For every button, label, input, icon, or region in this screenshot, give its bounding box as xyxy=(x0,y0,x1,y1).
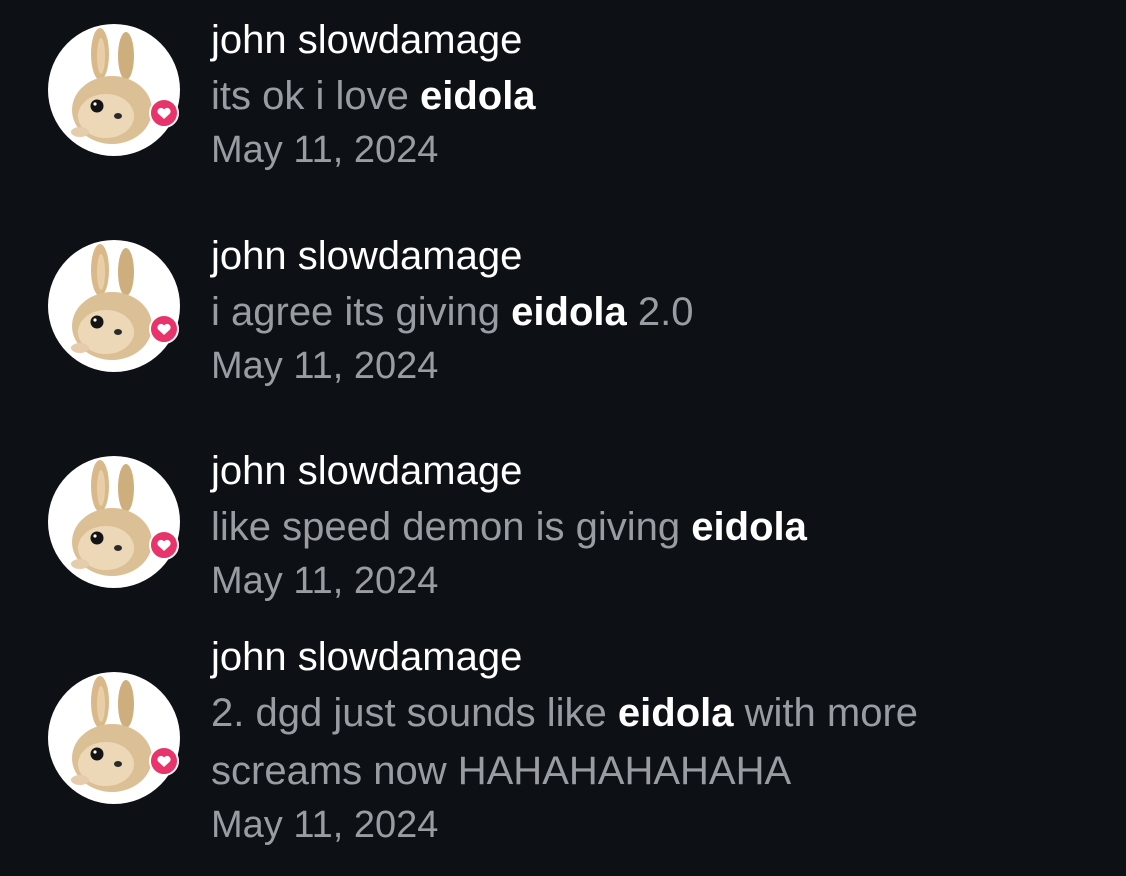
bunny-icon xyxy=(71,460,152,576)
author-name[interactable]: john slowdamage xyxy=(211,444,807,498)
timestamp: May 11, 2024 xyxy=(211,345,439,387)
avatar[interactable] xyxy=(48,456,180,588)
notification-item[interactable]: john slowdamage 2. dgd just sounds like … xyxy=(0,630,1126,876)
avatar[interactable] xyxy=(48,240,180,372)
mention-text-before: its ok i love xyxy=(211,74,420,118)
mention-text-after: with more xyxy=(733,691,919,735)
highlight-keyword: eidola xyxy=(511,290,627,334)
mention-text-line2: screams now HAHAHAHAHAHA xyxy=(211,749,792,793)
bunny-icon xyxy=(71,28,152,144)
highlight-keyword: eidola xyxy=(617,691,734,735)
timestamp: May 11, 2024 xyxy=(211,129,439,171)
mention-text: like speed demon is giving eidola xyxy=(211,498,807,556)
highlight-keyword: eidola xyxy=(419,74,536,118)
bunny-icon xyxy=(71,676,152,792)
mention-text: 2. dgd just sounds like eidola with more xyxy=(211,684,918,742)
avatar[interactable] xyxy=(48,672,180,804)
author-name[interactable]: john slowdamage xyxy=(211,229,693,283)
notification-item[interactable]: john slowdamage its ok i love eidola May… xyxy=(0,0,1126,215)
notification-item[interactable]: john slowdamage like speed demon is givi… xyxy=(0,430,1126,630)
mention-text-before: i agree its giving xyxy=(211,290,512,334)
mention-text: its ok i love eidola xyxy=(211,67,536,125)
timestamp: May 11, 2024 xyxy=(211,560,439,602)
timestamp: May 11, 2024 xyxy=(211,804,439,846)
bunny-icon xyxy=(71,244,152,360)
author-name[interactable]: john slowdamage xyxy=(211,630,918,684)
mention-text-before: 2. dgd just sounds like xyxy=(211,691,618,735)
author-name[interactable]: john slowdamage xyxy=(211,13,536,67)
avatar[interactable] xyxy=(48,24,180,156)
heart-bubble-icon xyxy=(149,530,179,560)
highlight-keyword: eidola xyxy=(691,505,807,549)
mention-text: i agree its giving eidola 2.0 xyxy=(211,283,693,341)
mention-text-before: like speed demon is giving xyxy=(211,505,692,549)
notification-item[interactable]: john slowdamage i agree its giving eidol… xyxy=(0,215,1126,430)
mention-text-after: 2.0 xyxy=(626,290,694,334)
heart-bubble-icon xyxy=(149,746,179,776)
heart-bubble-icon xyxy=(149,314,179,344)
heart-bubble-icon xyxy=(149,98,179,128)
